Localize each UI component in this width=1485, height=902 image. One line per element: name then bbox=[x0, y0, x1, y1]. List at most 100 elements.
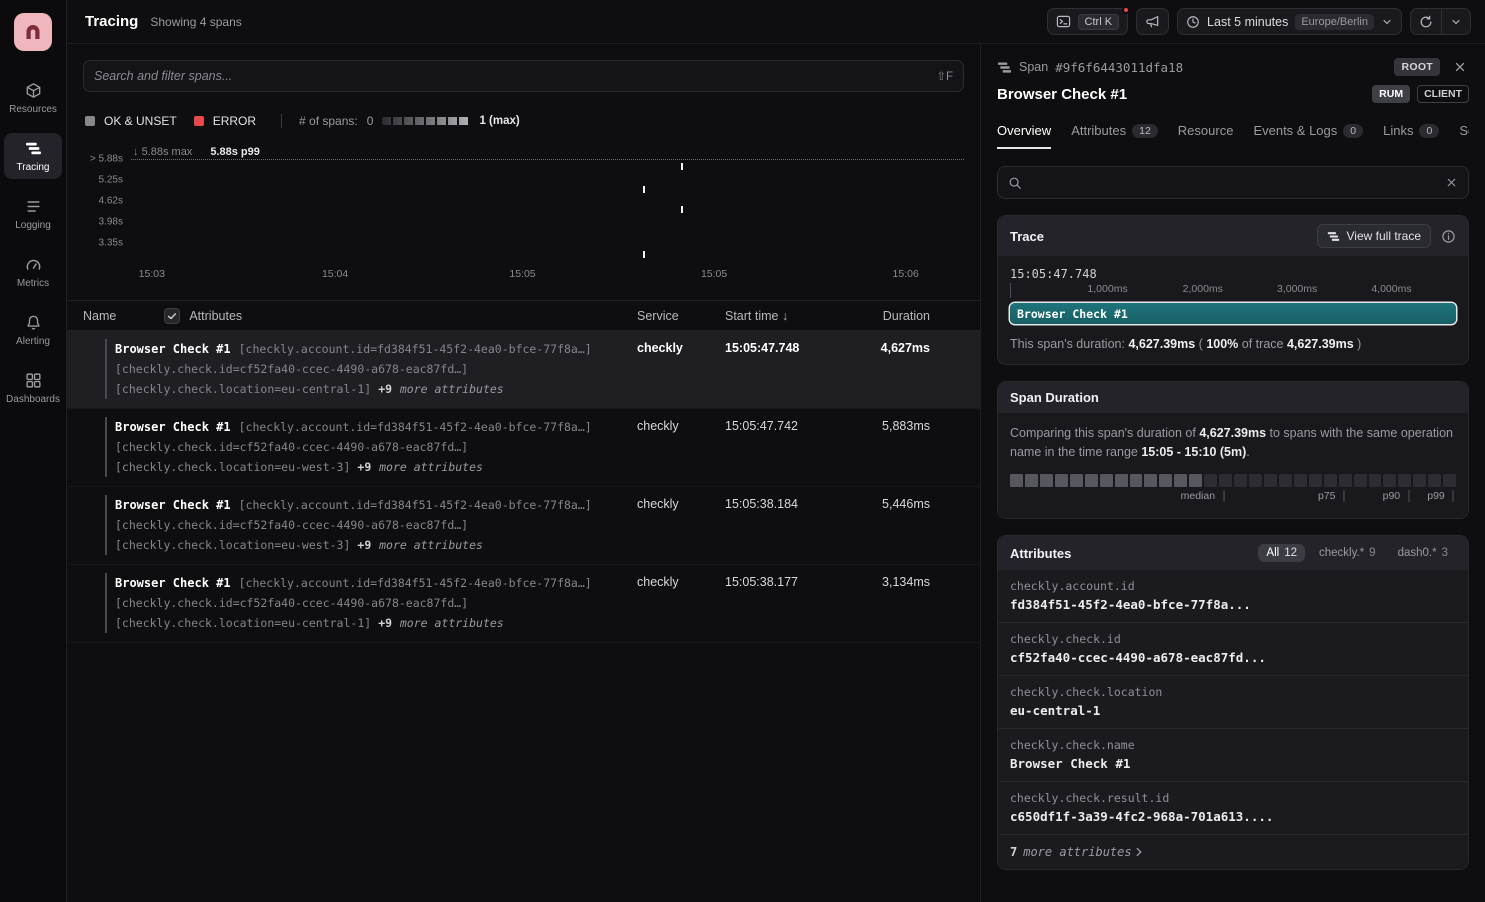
resources-icon bbox=[25, 82, 42, 99]
bell-icon bbox=[25, 314, 42, 331]
start-time-cell: 15:05:38.184 bbox=[725, 495, 850, 511]
command-palette-button[interactable]: Ctrl K bbox=[1047, 8, 1129, 35]
sidebar-item-resources[interactable]: Resources bbox=[4, 75, 62, 121]
refresh-button[interactable] bbox=[1411, 9, 1441, 34]
more-attributes-link[interactable]: +9 more attributes bbox=[357, 538, 483, 553]
trace-card: Trace View full trace 15:05:47.748 1,000… bbox=[997, 215, 1469, 365]
chevron-down-icon bbox=[1450, 16, 1462, 28]
filter-dash0[interactable]: dash0.*3 bbox=[1390, 544, 1456, 562]
span-id: #9f6f6443011dfa18 bbox=[1055, 60, 1183, 75]
tab-count-badge: 0 bbox=[1343, 124, 1363, 138]
sidebar: Resources Tracing Logging Metrics Alerti… bbox=[0, 0, 67, 902]
time-range-picker[interactable]: Last 5 minutes Europe/Berlin bbox=[1177, 8, 1402, 35]
span-icon bbox=[997, 60, 1012, 75]
sidebar-item-dashboards[interactable]: Dashboards bbox=[4, 365, 62, 411]
detail-search-input[interactable] bbox=[1030, 176, 1437, 190]
tab-events-logs[interactable]: Events & Logs0 bbox=[1253, 123, 1363, 149]
more-attributes-link[interactable]: +9 more attributes bbox=[378, 382, 504, 397]
trace-icon bbox=[1327, 230, 1340, 243]
attribute-row[interactable]: checkly.check.id cf52fa40-ccec-4490-a678… bbox=[998, 623, 1468, 676]
filter-checkly[interactable]: checkly.*9 bbox=[1311, 544, 1384, 562]
sort-descending-icon: ↓ bbox=[782, 309, 788, 323]
table-row[interactable]: Browser Check #1[checkly.account.id=fd38… bbox=[67, 331, 980, 409]
tab-links[interactable]: Links0 bbox=[1383, 123, 1439, 149]
attribute-filters: All12 checkly.*9 dash0.*3 bbox=[1258, 544, 1456, 562]
attributes-checkbox[interactable] bbox=[164, 308, 180, 324]
service-column-header: Service bbox=[637, 309, 725, 323]
span-name: Browser Check #1 bbox=[115, 420, 231, 434]
sidebar-item-tracing[interactable]: Tracing bbox=[4, 133, 62, 179]
table-row[interactable]: Browser Check #1[checkly.account.id=fd38… bbox=[67, 565, 980, 643]
sidebar-item-alerting[interactable]: Alerting bbox=[4, 307, 62, 353]
p99-duration-label: 5.88s p99 bbox=[210, 146, 260, 158]
top-bar: Tracing Showing 4 spans Ctrl K Last 5 mi… bbox=[67, 0, 1485, 44]
tab-count-badge: 0 bbox=[1419, 124, 1439, 138]
more-attributes-link[interactable]: +9 more attributes bbox=[357, 460, 483, 475]
detail-search-bar bbox=[997, 166, 1469, 199]
duration-cell: 4,627ms bbox=[850, 339, 930, 355]
root-badge: ROOT bbox=[1394, 58, 1440, 76]
info-icon[interactable] bbox=[1441, 229, 1456, 244]
close-panel-button[interactable] bbox=[1451, 58, 1469, 76]
clear-search-icon[interactable] bbox=[1445, 176, 1458, 189]
search-icon bbox=[1008, 176, 1022, 190]
filter-all[interactable]: All12 bbox=[1258, 544, 1305, 562]
span-label: Span bbox=[1019, 60, 1048, 74]
time-range-label: Last 5 minutes bbox=[1207, 15, 1288, 29]
sidebar-item-label: Alerting bbox=[16, 336, 50, 347]
span-duration-description: Comparing this span's duration of 4,627.… bbox=[1010, 424, 1456, 462]
sidebar-item-label: Dashboards bbox=[6, 394, 60, 405]
refresh-options-button[interactable] bbox=[1442, 9, 1470, 34]
duration-cell: 5,883ms bbox=[850, 417, 930, 433]
table-row[interactable]: Browser Check #1[checkly.account.id=fd38… bbox=[67, 487, 980, 565]
terminal-icon bbox=[1056, 14, 1071, 29]
table-header: Name Attributes Service Start time ↓ Dur… bbox=[67, 300, 980, 331]
notification-dot bbox=[1122, 6, 1130, 14]
more-attributes-link[interactable]: +9 more attributes bbox=[378, 616, 504, 631]
page-title: Tracing bbox=[85, 13, 138, 30]
sidebar-item-metrics[interactable]: Metrics bbox=[4, 249, 62, 295]
attribute-row[interactable]: checkly.account.id fd384f51-45f2-4ea0-bf… bbox=[998, 570, 1468, 623]
refresh-controls bbox=[1410, 8, 1471, 35]
tab-attributes[interactable]: Attributes12 bbox=[1071, 123, 1158, 149]
search-shortcut-hint: ⇧F bbox=[936, 69, 953, 83]
tab-source[interactable]: Sour bbox=[1459, 123, 1469, 149]
trace-span-bar[interactable]: Browser Check #1 bbox=[1010, 303, 1456, 324]
start-time-cell: 15:05:47.748 bbox=[725, 339, 850, 355]
service-cell: checkly bbox=[637, 495, 725, 511]
attribute-row[interactable]: checkly.check.location eu-central-1 bbox=[998, 676, 1468, 729]
attribute-key: checkly.check.result.id bbox=[1010, 791, 1456, 805]
start-time-column-header[interactable]: Start time ↓ bbox=[725, 309, 850, 323]
app-logo[interactable] bbox=[14, 13, 52, 51]
attribute-value: fd384f51-45f2-4ea0-bfce-77f8a... bbox=[1010, 597, 1456, 612]
sidebar-item-logging[interactable]: Logging bbox=[4, 191, 62, 237]
span-duration-section-title: Span Duration bbox=[1010, 390, 1099, 405]
tab-resource[interactable]: Resource bbox=[1178, 123, 1234, 149]
more-attributes-button[interactable]: 7more attributes bbox=[998, 835, 1468, 869]
sidebar-nav: Resources Tracing Logging Metrics Alerti… bbox=[0, 75, 66, 411]
span-search-input[interactable] bbox=[94, 69, 928, 83]
megaphone-icon bbox=[1145, 14, 1160, 29]
name-column-header: Name bbox=[83, 309, 116, 323]
chevron-down-icon bbox=[1381, 16, 1393, 28]
spans-max: 1 (max) bbox=[479, 115, 519, 127]
feedback-button[interactable] bbox=[1136, 8, 1169, 35]
chart-legend: OK & UNSET ERROR # of spans: 0 1 (max) bbox=[85, 114, 962, 128]
dashboards-icon bbox=[25, 372, 42, 389]
trace-bar-label: Browser Check #1 bbox=[1017, 307, 1128, 321]
duration-column-header: Duration bbox=[850, 309, 930, 323]
timezone-badge: Europe/Berlin bbox=[1295, 14, 1374, 30]
attribute-value: Browser Check #1 bbox=[1010, 756, 1456, 771]
trace-time-axis: 1,000ms 2,000ms 3,000ms 4,000ms bbox=[1010, 283, 1456, 298]
client-badge: CLIENT bbox=[1417, 85, 1469, 103]
attribute-row[interactable]: checkly.check.result.id c650df1f-3a39-4f… bbox=[998, 782, 1468, 835]
scatter-plot[interactable] bbox=[131, 159, 964, 263]
table-row[interactable]: Browser Check #1[checkly.account.id=fd38… bbox=[67, 409, 980, 487]
tab-overview[interactable]: Overview bbox=[997, 123, 1051, 149]
view-full-trace-button[interactable]: View full trace bbox=[1317, 224, 1431, 248]
attributes-card: Attributes All12 checkly.*9 dash0.*3 che… bbox=[997, 535, 1469, 870]
start-time-cell: 15:05:47.742 bbox=[725, 417, 850, 433]
attribute-row[interactable]: checkly.check.name Browser Check #1 bbox=[998, 729, 1468, 782]
span-name: Browser Check #1 bbox=[115, 576, 231, 590]
x-axis-labels: 15:03 15:04 15:05 15:05 15:06 bbox=[131, 268, 964, 286]
